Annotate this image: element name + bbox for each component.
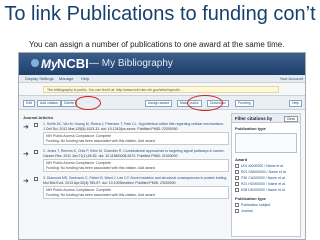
- add-citation-button[interactable]: Add citation: [37, 100, 62, 107]
- list-item: ➜ 3. Diamond MS, Sorenson C, Fisher B, W…: [23, 176, 229, 199]
- clear-button[interactable]: Clear: [283, 116, 298, 122]
- assign-award-button[interactable]: Assign award: [145, 100, 173, 107]
- highlight-circle-right: [187, 95, 223, 111]
- filter-sidebar: Filter citations by Clear Publication ty…: [231, 113, 301, 237]
- citation-title[interactable]: 1. Smith AC, Wu M, Huang M, Rivera J, Pe…: [43, 122, 229, 127]
- checkbox-icon[interactable]: [235, 203, 239, 207]
- results-list: Journal Articles ➜ 1. Smith AC, Wu M, Hu…: [23, 115, 229, 203]
- help-button[interactable]: Help: [289, 100, 303, 107]
- funding-status: Funding: No funding has been associated …: [46, 165, 155, 170]
- checkbox-icon[interactable]: [235, 176, 239, 180]
- slide-subtitle: You can assign a number of publications …: [29, 40, 285, 49]
- top-links-bar: Display Settings Manage Help Your Accoun…: [19, 75, 305, 83]
- highlight-circle-left: [75, 96, 101, 110]
- edit-button[interactable]: Edit: [23, 100, 36, 107]
- award-section-title: Award: [235, 157, 248, 162]
- top-link-help[interactable]: Help: [81, 76, 89, 81]
- list-item: ➜ 1. Smith AC, Wu M, Huang M, Rivera J, …: [23, 122, 229, 145]
- top-link-display[interactable]: Display Settings: [25, 76, 54, 81]
- arrow-right-icon: ➜: [23, 124, 29, 131]
- logo-ncbi: NCBI: [57, 56, 89, 71]
- account-link[interactable]: Your Account: [280, 76, 303, 81]
- ncbi-logo-icon: [31, 59, 39, 67]
- toolbar: Edit Add citation Delete Assign award Ma…: [19, 95, 305, 110]
- public-notice: The bibliography is public. You can find…: [43, 86, 279, 93]
- logo-subtitle: — My Bibliography: [89, 58, 173, 69]
- filter-section-title: Publication type: [235, 126, 266, 131]
- filter-box[interactable]: [235, 133, 297, 153]
- record-checkbox[interactable]: [34, 123, 38, 127]
- arrow-right-icon: ➜: [23, 178, 29, 185]
- citation-source: Cancer Res. 2011 Jan;71(1):45-52. doi: 1…: [43, 153, 178, 158]
- record-checkbox[interactable]: [34, 150, 38, 154]
- logo-my: My: [41, 57, 58, 71]
- checkbox-icon[interactable]: [235, 188, 239, 192]
- funding-status: Funding: No funding has been associated …: [46, 192, 155, 197]
- citation-source: Mol Biol Evol. 2013 Apr;30(4):789-97. do…: [43, 180, 176, 185]
- citation-title[interactable]: 3. Diamond MS, Sorenson C, Fisher B, War…: [43, 176, 229, 181]
- funding-button[interactable]: Funding: [235, 100, 254, 107]
- citation-details: NIH Public Access Compliance: Complete F…: [43, 159, 229, 172]
- results-label: Journal Articles: [23, 115, 54, 120]
- pubtype-section-title: Publication type: [235, 196, 266, 201]
- record-checkbox[interactable]: [34, 177, 38, 181]
- checkbox-icon[interactable]: [235, 182, 239, 186]
- list-item: ➜ 2. Jones T, Reeves K, Ortiz P, Klein M…: [23, 149, 229, 172]
- top-link-manage[interactable]: Manage: [59, 76, 73, 81]
- ncbi-banner: My NCBI — My Bibliography: [19, 53, 305, 75]
- citation-source: J Cell Sci. 2012 Mar;125(5):1023-31. doi…: [43, 126, 178, 131]
- pubtype-filter-item[interactable]: Journal: [232, 208, 300, 214]
- citation-details: NIH Public Access Compliance: Complete F…: [43, 132, 229, 145]
- arrow-right-icon: ➜: [23, 151, 29, 158]
- checkbox-icon[interactable]: [235, 170, 239, 174]
- citation-title[interactable]: 2. Jones T, Reeves K, Ortiz P, Klein M, …: [43, 149, 229, 154]
- checkbox-icon[interactable]: [235, 209, 239, 213]
- slide-title: To link Publications to funding con’t: [4, 3, 316, 25]
- checkbox-icon[interactable]: [235, 164, 239, 168]
- funding-status: Funding: No funding has been associated …: [46, 138, 155, 143]
- citation-details: NIH Public Access Compliance: Complete F…: [43, 186, 229, 199]
- screenshot-panel: My NCBI — My Bibliography Display Settin…: [18, 52, 306, 240]
